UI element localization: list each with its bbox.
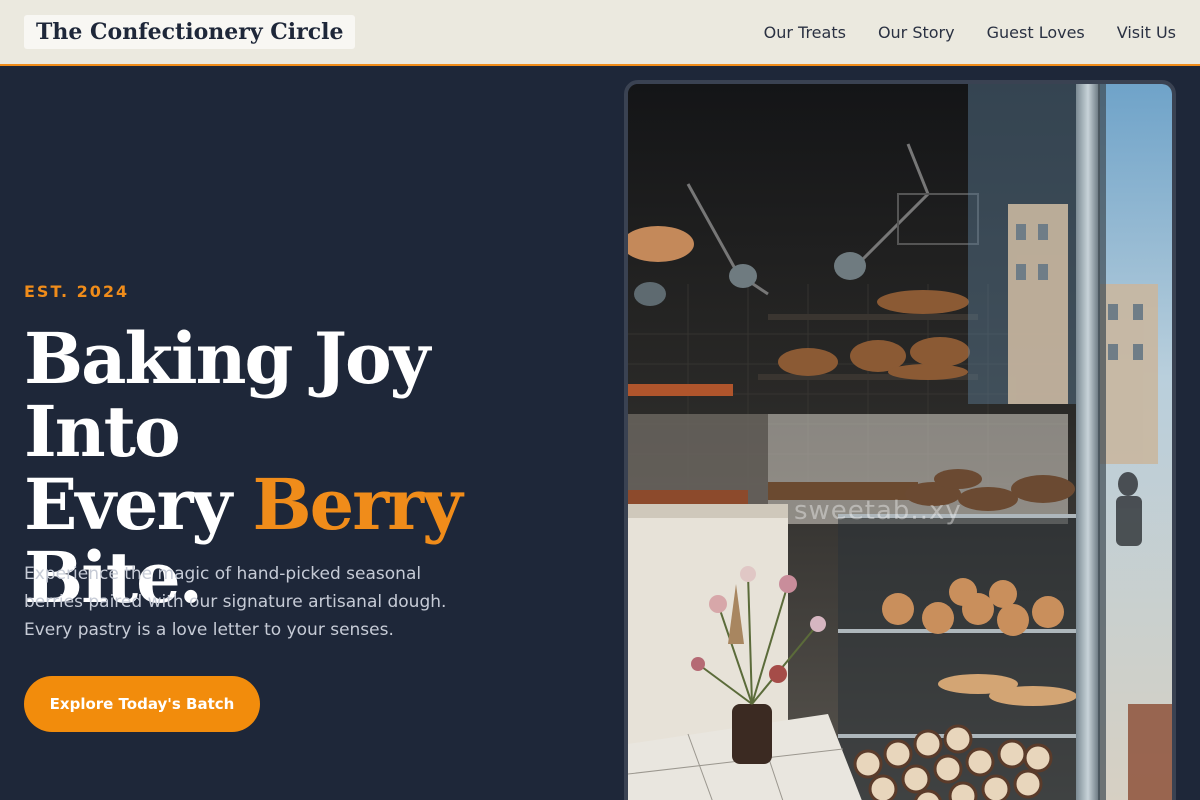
nav-link-guest-loves[interactable]: Guest Loves: [987, 23, 1085, 42]
explore-batch-button[interactable]: Explore Today's Batch: [24, 676, 260, 732]
image-watermark: sweetab..xy: [794, 496, 962, 526]
bakery-photo: sweetab..xy: [624, 80, 1176, 800]
top-nav: The Confectionery Circle Our Treats Our …: [0, 0, 1200, 66]
hero-eyebrow: EST. 2024: [24, 282, 130, 301]
nav-link-visit-us[interactable]: Visit Us: [1117, 23, 1176, 42]
nav-links: Our Treats Our Story Guest Loves Visit U…: [764, 0, 1176, 64]
headline-line-1: Baking Joy Into: [24, 317, 430, 473]
site-logo[interactable]: The Confectionery Circle: [24, 15, 356, 49]
bakery-scene-illustration: [628, 84, 1172, 800]
hero-description: Experience the magic of hand-picked seas…: [24, 564, 447, 640]
nav-link-our-story[interactable]: Our Story: [878, 23, 955, 42]
headline-accent-word: Berry: [252, 463, 463, 546]
headline-line-2-prefix: Every: [24, 463, 253, 546]
nav-link-our-treats[interactable]: Our Treats: [764, 23, 846, 42]
